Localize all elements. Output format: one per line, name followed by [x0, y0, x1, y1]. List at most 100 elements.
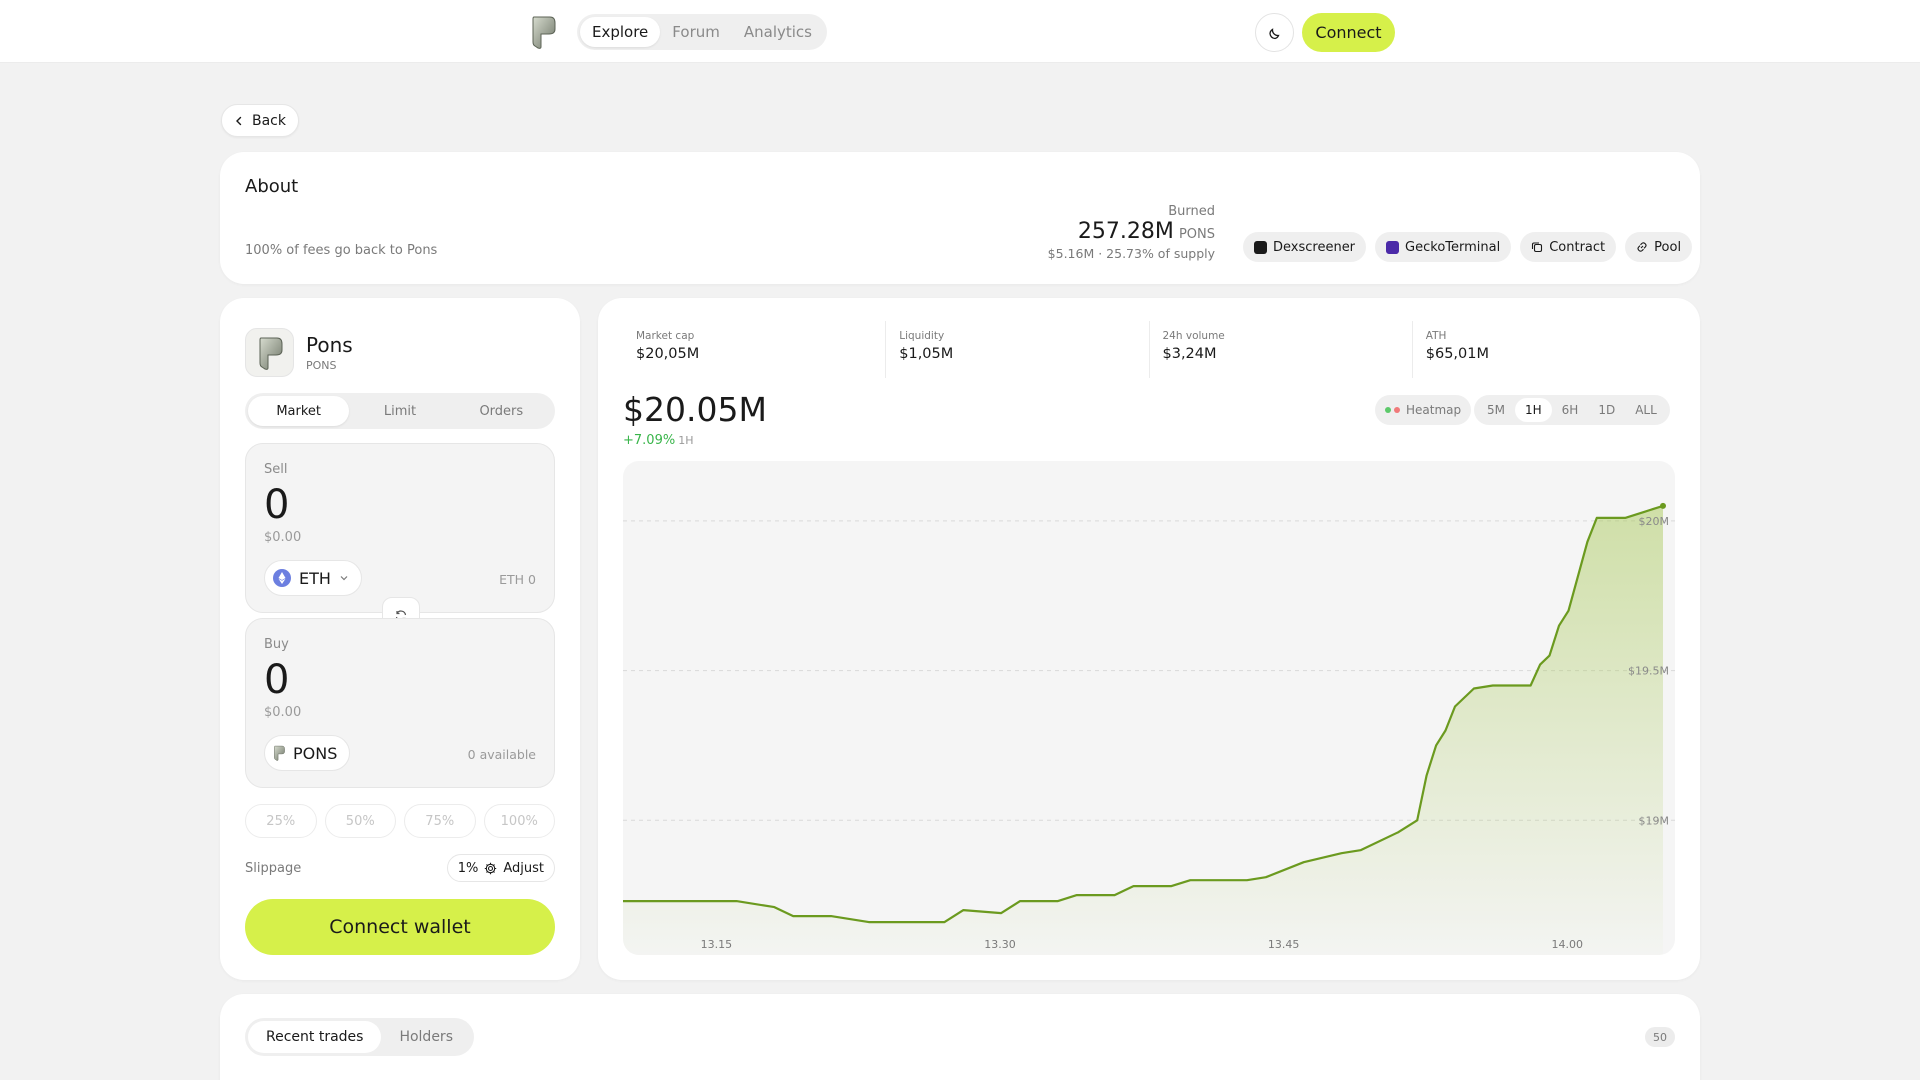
eth-icon	[273, 569, 291, 587]
sell-token-label: ETH	[299, 568, 331, 588]
link-icon	[1637, 242, 1647, 252]
pct-100-button[interactable]: 100%	[483, 804, 555, 838]
burned-amount: 257.28M	[1077, 219, 1174, 244]
tab-market[interactable]: Market	[248, 396, 350, 426]
stat-label: ATH	[1425, 330, 1447, 342]
buy-token-selector[interactable]: PONS	[264, 735, 351, 771]
pons-logo-icon	[259, 337, 282, 370]
token-name: Pons	[306, 333, 353, 357]
order-type-tabs: Market Limit Orders	[245, 393, 555, 429]
x-axis-tick-label: 14.00	[1552, 938, 1584, 951]
chevron-down-icon	[340, 576, 348, 581]
price-area	[623, 505, 1663, 955]
y-axis-tick-label: $19.5M	[1628, 665, 1669, 678]
external-links: Dexscreener GeckoTerminal Contract Pool	[1243, 232, 1693, 262]
geckoterminal-link[interactable]: GeckoTerminal	[1375, 232, 1512, 262]
connect-wallet-button[interactable]: Connect wallet	[245, 899, 555, 955]
nav-tab-analytics[interactable]: Analytics	[732, 17, 824, 47]
timeframe-5m[interactable]: 5M	[1477, 398, 1515, 422]
sell-label: Sell	[264, 462, 288, 477]
tab-holders[interactable]: Holders	[381, 1021, 471, 1053]
sell-balance: ETH 0	[499, 572, 536, 587]
stat-value: $3,24M	[1162, 346, 1217, 362]
theme-toggle-button[interactable]	[1255, 13, 1294, 52]
price-chart[interactable]: $20M $19.5M $19M 13.15 13.30 13.45 14.00	[623, 461, 1675, 955]
pons-logo-icon	[274, 745, 285, 761]
about-title: About	[245, 176, 299, 197]
buy-balance: 0 available	[467, 747, 536, 762]
timeframe-1h[interactable]: 1H	[1515, 398, 1552, 422]
sell-amount-input[interactable]: 0	[264, 482, 289, 528]
top-navigation-bar: Explore Forum Analytics Connect	[0, 0, 1920, 63]
copy-icon	[1532, 242, 1543, 253]
timeframe-6h[interactable]: 6H	[1552, 398, 1589, 422]
gear-icon	[485, 862, 497, 874]
about-card: About 100% of fees go back to Pons Burne…	[220, 152, 1700, 284]
about-description: 100% of fees go back to Pons	[245, 243, 438, 258]
price-change: +7.09% 1H	[623, 433, 693, 448]
pool-link[interactable]: Pool	[1625, 232, 1693, 262]
adjust-label: Adjust	[503, 860, 544, 876]
tab-orders[interactable]: Orders	[451, 396, 552, 426]
slippage-value: 1%	[457, 860, 479, 876]
sell-token-selector[interactable]: ETH	[264, 560, 362, 596]
back-button[interactable]: Back	[221, 104, 299, 137]
stat-24h-volume: 24h volume $3,24M	[1148, 321, 1412, 378]
stat-label: 24h volume	[1162, 330, 1225, 342]
trades-tabs: Recent trades Holders	[245, 1018, 474, 1056]
price-change-timeframe: 1H	[678, 434, 694, 447]
chart-card: Market cap $20,05M Liquidity $1,05M 24h …	[598, 298, 1700, 980]
dexscreener-link[interactable]: Dexscreener	[1243, 232, 1367, 262]
contract-label: Contract	[1549, 239, 1606, 255]
token-stats: Market cap $20,05M Liquidity $1,05M 24h …	[623, 321, 1675, 378]
x-axis-tick-label: 13.15	[701, 938, 733, 951]
nav-tab-explore[interactable]: Explore	[580, 17, 661, 47]
price-chart-svg: $20M $19.5M $19M 13.15 13.30 13.45 14.00	[623, 502, 1675, 955]
buy-usd-value: $0.00	[264, 705, 302, 720]
token-logo	[245, 328, 294, 377]
dexscreener-icon	[1254, 240, 1267, 254]
y-axis-tick-label: $19M	[1639, 814, 1670, 827]
slippage-label: Slippage	[245, 861, 302, 876]
x-axis-tick-label: 13.45	[1268, 938, 1300, 951]
tab-limit[interactable]: Limit	[349, 396, 450, 426]
pons-logo-icon[interactable]	[530, 15, 556, 49]
trade-panel: Pons PONS Market Limit Orders Sell 0 $0.…	[220, 298, 580, 980]
stat-liquidity: Liquidity $1,05M	[885, 321, 1148, 378]
stat-value: $65,01M	[1425, 346, 1489, 362]
timeframe-1d[interactable]: 1D	[1588, 398, 1625, 422]
pct-75-button[interactable]: 75%	[404, 804, 476, 838]
tab-recent-trades[interactable]: Recent trades	[248, 1021, 382, 1053]
dexscreener-label: Dexscreener	[1273, 239, 1356, 255]
heatmap-red-dot	[1394, 407, 1400, 413]
last-price-dot	[1660, 502, 1666, 509]
pool-label: Pool	[1654, 239, 1682, 255]
pct-25-button[interactable]: 25%	[245, 804, 317, 838]
sell-box: Sell 0 $0.00 ETH ETH 0	[245, 443, 555, 613]
burned-unit: PONS	[1178, 227, 1215, 242]
buy-token-label: PONS	[293, 743, 338, 763]
stat-label: Market cap	[636, 330, 695, 342]
burned-label: Burned	[1168, 204, 1215, 219]
token-header: Pons PONS	[245, 328, 353, 377]
y-axis-tick-label: $20M	[1639, 515, 1670, 528]
burned-subtext: $5.16M · 25.73% of supply	[1047, 246, 1215, 261]
nav-tab-forum[interactable]: Forum	[660, 17, 732, 47]
contract-link[interactable]: Contract	[1520, 232, 1617, 262]
stat-value: $20,05M	[636, 346, 700, 362]
geckoterminal-icon	[1386, 240, 1400, 254]
connect-button[interactable]: Connect	[1302, 13, 1395, 52]
heatmap-label: Heatmap	[1406, 403, 1462, 417]
token-symbol: PONS	[306, 359, 337, 372]
main-nav-tabs: Explore Forum Analytics	[577, 14, 827, 50]
price-change-value: +7.09%	[623, 433, 676, 448]
stat-market-cap: Market cap $20,05M	[623, 321, 885, 378]
buy-amount-input[interactable]: 0	[264, 657, 289, 703]
slippage-adjust-button[interactable]: 1% Adjust	[446, 854, 555, 882]
heatmap-toggle[interactable]: Heatmap	[1375, 395, 1472, 425]
timeframe-selector: 5M 1H 6H 1D ALL	[1474, 395, 1670, 425]
pct-50-button[interactable]: 50%	[324, 804, 396, 838]
back-label: Back	[252, 112, 286, 129]
percentage-buttons: 25% 50% 75% 100%	[245, 804, 555, 838]
timeframe-all[interactable]: ALL	[1625, 398, 1667, 422]
